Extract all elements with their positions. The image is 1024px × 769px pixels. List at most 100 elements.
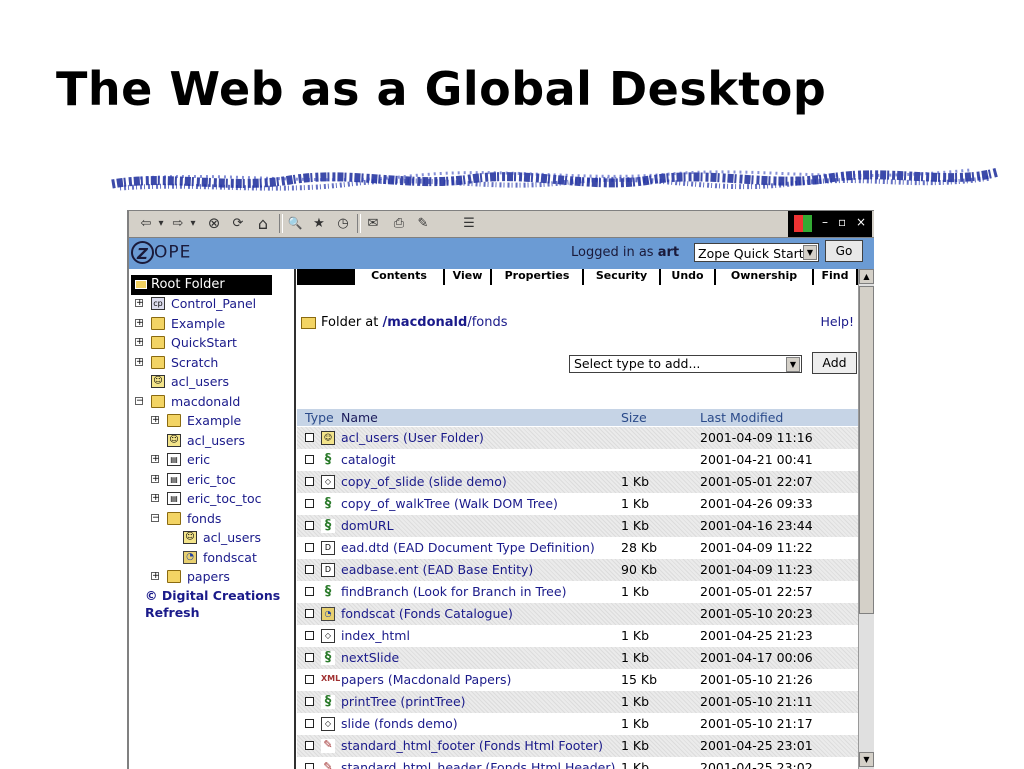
catalog-icon[interactable]: ◔ bbox=[321, 607, 335, 621]
row-checkbox[interactable] bbox=[305, 521, 314, 530]
edit-icon[interactable]: ✎ bbox=[413, 214, 433, 233]
stop-icon[interactable]: ⊗ bbox=[205, 214, 223, 233]
go-button[interactable]: Go bbox=[825, 240, 863, 262]
back-dropdown-icon[interactable]: ▾ bbox=[156, 214, 166, 233]
mail-icon[interactable]: ✉ bbox=[363, 214, 383, 233]
page-template-icon[interactable]: ◇ bbox=[321, 629, 335, 643]
tab-ownership[interactable]: Ownership bbox=[716, 269, 814, 285]
row-name-link[interactable]: acl_users (User Folder) bbox=[341, 427, 484, 449]
tab-undo[interactable]: Undo bbox=[661, 269, 716, 285]
close-icon[interactable]: × bbox=[856, 215, 866, 229]
row-checkbox[interactable] bbox=[305, 455, 314, 464]
row-name-link[interactable]: catalogit bbox=[341, 449, 396, 471]
file-icon[interactable]: D bbox=[321, 541, 335, 555]
collapse-icon[interactable]: − bbox=[151, 514, 160, 523]
scroll-thumb[interactable] bbox=[859, 286, 874, 614]
expand-icon[interactable]: + bbox=[151, 494, 160, 503]
collapse-icon[interactable]: − bbox=[135, 397, 144, 406]
row-name-link[interactable]: copy_of_walkTree (Walk DOM Tree) bbox=[341, 493, 558, 515]
row-name-link[interactable]: ead.dtd (EAD Document Type Definition) bbox=[341, 537, 595, 559]
row-checkbox[interactable] bbox=[305, 565, 314, 574]
copyright-link[interactable]: © Digital Creations bbox=[145, 587, 280, 604]
row-checkbox[interactable] bbox=[305, 741, 314, 750]
refresh-icon[interactable]: ⟳ bbox=[229, 214, 247, 233]
expand-icon[interactable]: + bbox=[151, 455, 160, 464]
history-icon[interactable]: ◷ bbox=[333, 214, 353, 233]
expand-icon[interactable]: + bbox=[151, 475, 160, 484]
quickstart-select[interactable]: Zope Quick Start ▼ bbox=[694, 243, 819, 262]
row-name-link[interactable]: nextSlide bbox=[341, 647, 399, 669]
row-checkbox[interactable] bbox=[305, 499, 314, 508]
row-checkbox[interactable] bbox=[305, 763, 314, 769]
row-name-link[interactable]: copy_of_slide (slide demo) bbox=[341, 471, 507, 493]
minimize-icon[interactable]: – bbox=[822, 215, 828, 229]
column-header-size[interactable]: Size bbox=[621, 409, 647, 426]
page-template-icon[interactable]: ◇ bbox=[321, 717, 335, 731]
row-checkbox[interactable] bbox=[305, 477, 314, 486]
row-name-link[interactable]: standard_html_header (Fonds Html Header) bbox=[341, 757, 615, 769]
row-name-link[interactable]: printTree (printTree) bbox=[341, 691, 466, 713]
tab-security[interactable]: Security bbox=[584, 269, 661, 285]
expand-icon[interactable]: + bbox=[135, 299, 144, 308]
help-link[interactable]: Help! bbox=[820, 314, 854, 329]
column-header-name[interactable]: Name bbox=[341, 409, 378, 426]
chevron-down-icon[interactable]: ▼ bbox=[786, 357, 800, 372]
page-template-icon[interactable]: ◇ bbox=[321, 475, 335, 489]
tab-properties[interactable]: Properties bbox=[492, 269, 584, 285]
home-icon[interactable]: ⌂ bbox=[253, 214, 273, 233]
row-name-link[interactable]: domURL bbox=[341, 515, 394, 537]
forward-icon[interactable]: ⇨ bbox=[169, 214, 187, 233]
row-checkbox[interactable] bbox=[305, 587, 314, 596]
search-icon[interactable]: 🔍 bbox=[285, 214, 305, 233]
scroll-up-icon[interactable]: ▲ bbox=[859, 269, 874, 284]
python-script-icon[interactable]: § bbox=[321, 519, 335, 533]
row-name-link[interactable]: standard_html_footer (Fonds Html Footer) bbox=[341, 735, 603, 757]
path-link-macdonald[interactable]: /macdonald bbox=[383, 315, 468, 330]
row-name-link[interactable]: fondscat (Fonds Catalogue) bbox=[341, 603, 513, 625]
scroll-down-icon[interactable]: ▼ bbox=[859, 752, 874, 767]
expand-icon[interactable]: + bbox=[151, 416, 160, 425]
tree-refresh-link[interactable]: Refresh bbox=[145, 604, 200, 621]
tab-find[interactable]: Find bbox=[814, 269, 858, 285]
discuss-icon[interactable]: ☰ bbox=[459, 214, 479, 233]
row-checkbox[interactable] bbox=[305, 697, 314, 706]
favorites-icon[interactable]: ★ bbox=[309, 214, 329, 233]
row-checkbox[interactable] bbox=[305, 653, 314, 662]
add-type-select[interactable]: Select type to add... ▼ bbox=[569, 355, 802, 373]
row-checkbox[interactable] bbox=[305, 719, 314, 728]
path-link-fonds[interactable]: /fonds bbox=[467, 315, 507, 330]
vertical-scrollbar[interactable]: ▲ ▼ bbox=[858, 269, 874, 769]
add-button[interactable]: Add bbox=[812, 352, 857, 374]
column-header-last-modified[interactable]: Last Modified bbox=[700, 409, 783, 426]
frame-divider[interactable] bbox=[294, 269, 296, 769]
expand-icon[interactable]: + bbox=[135, 319, 144, 328]
row-name-link[interactable]: index_html bbox=[341, 625, 410, 647]
column-header-type[interactable]: Type bbox=[305, 409, 334, 426]
expand-icon[interactable]: + bbox=[135, 338, 144, 347]
forward-dropdown-icon[interactable]: ▾ bbox=[188, 214, 198, 233]
expand-icon[interactable]: + bbox=[151, 572, 160, 581]
python-script-icon[interactable]: § bbox=[321, 651, 335, 665]
back-icon[interactable]: ⇦ bbox=[137, 214, 155, 233]
xml-document-icon[interactable]: XML bbox=[321, 673, 340, 687]
row-name-link[interactable]: papers (Macdonald Papers) bbox=[341, 669, 511, 691]
row-checkbox[interactable] bbox=[305, 433, 314, 442]
user-folder-icon[interactable]: ☺ bbox=[321, 431, 335, 445]
row-name-link[interactable]: slide (fonds demo) bbox=[341, 713, 458, 735]
restore-icon[interactable]: ▫ bbox=[838, 215, 846, 229]
python-script-icon[interactable]: § bbox=[321, 497, 335, 511]
row-name-link[interactable]: findBranch (Look for Branch in Tree) bbox=[341, 581, 566, 603]
python-script-icon[interactable]: § bbox=[321, 585, 335, 599]
dtml-method-icon[interactable]: ✎ bbox=[321, 739, 335, 753]
python-script-icon[interactable]: § bbox=[321, 695, 335, 709]
tab-contents[interactable]: Contents bbox=[355, 269, 445, 285]
print-icon[interactable]: ⎙ bbox=[389, 214, 409, 233]
tree-root-folder[interactable]: Root Folder bbox=[131, 275, 272, 295]
tab-view[interactable]: View bbox=[445, 269, 492, 285]
row-name-link[interactable]: eadbase.ent (EAD Base Entity) bbox=[341, 559, 533, 581]
chevron-down-icon[interactable]: ▼ bbox=[803, 245, 817, 260]
row-checkbox[interactable] bbox=[305, 609, 314, 618]
row-checkbox[interactable] bbox=[305, 543, 314, 552]
expand-icon[interactable]: + bbox=[135, 358, 144, 367]
row-checkbox[interactable] bbox=[305, 675, 314, 684]
